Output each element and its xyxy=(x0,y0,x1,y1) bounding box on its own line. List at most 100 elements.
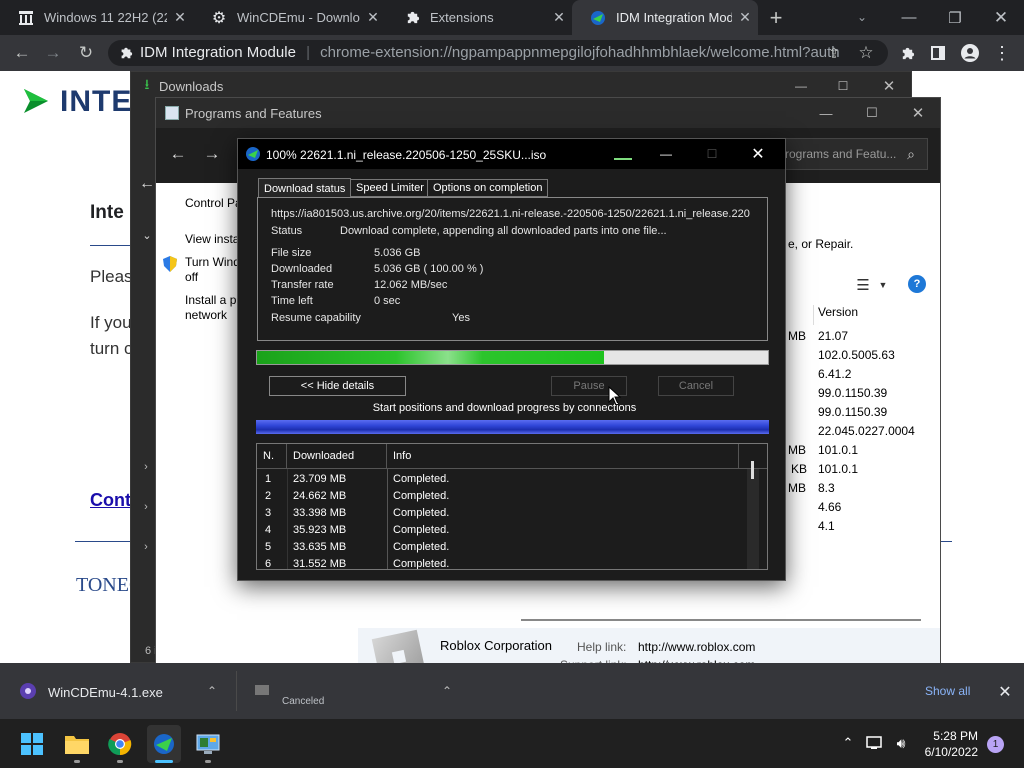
version-column-header[interactable]: Version xyxy=(818,305,858,319)
tab-windows-11[interactable]: Windows 11 22H2 (226 ✕ xyxy=(0,0,193,35)
turn-windows-features-link-2[interactable]: off xyxy=(185,270,198,284)
extensions-icon[interactable] xyxy=(895,42,919,64)
page-heading: Inte xyxy=(90,202,124,223)
column-header-n[interactable]: N. xyxy=(257,444,287,469)
share-icon[interactable]: ⇪ xyxy=(822,42,846,64)
version-cell[interactable]: 4.1 xyxy=(818,519,835,533)
restore-button[interactable]: ❐ xyxy=(932,0,978,35)
download-item[interactable]: WinCDEmu-4.1.exe ⌃ xyxy=(0,663,236,719)
idm-close-button[interactable]: ✕ xyxy=(740,141,776,167)
close-icon[interactable]: ✕ xyxy=(732,9,758,26)
version-cell[interactable]: 101.0.1 xyxy=(818,443,858,457)
volume-icon[interactable]: 🔊︎ xyxy=(890,732,912,754)
hide-details-button[interactable]: << Hide details xyxy=(269,376,406,396)
close-icon[interactable]: ✕ xyxy=(167,9,193,26)
version-cell[interactable]: 101.0.1 xyxy=(818,462,858,476)
table-row[interactable]: 5 33.635 MB Completed. xyxy=(257,538,739,555)
install-program-link-2[interactable]: network xyxy=(185,308,227,322)
column-header-info[interactable]: Info xyxy=(387,444,739,469)
table-row[interactable]: 3 33.398 MB Completed. xyxy=(257,504,739,521)
dl-chevron-icon[interactable]: › xyxy=(139,460,153,474)
pf-close-button[interactable]: ✕ xyxy=(898,100,938,126)
tab-wincdemu[interactable]: ⚙ WinCDEmu - Downloa ✕ xyxy=(193,0,386,35)
download-item-2[interactable]: Canceled ⌃ xyxy=(237,663,467,719)
chevron-up-icon[interactable]: ⌃ xyxy=(838,732,858,754)
dl-close-button[interactable]: ✕ xyxy=(869,74,909,98)
reload-icon[interactable]: ↻ xyxy=(71,35,101,71)
control-panel-home-link[interactable]: Control Pa xyxy=(185,196,242,210)
start-button[interactable] xyxy=(15,725,49,763)
cell-n: 6 xyxy=(265,557,272,570)
version-cell[interactable]: 99.0.1150.39 xyxy=(818,405,887,419)
dl-chevron-icon[interactable]: › xyxy=(139,540,153,554)
forward-icon[interactable]: → xyxy=(38,35,68,71)
control-panel-taskbar-button[interactable] xyxy=(191,725,225,763)
view-dropdown-icon[interactable]: ▼ xyxy=(876,275,890,295)
profile-avatar-icon[interactable] xyxy=(958,42,982,64)
dl-expand-icon[interactable]: ⌄ xyxy=(139,227,155,243)
help-link-value[interactable]: http://www.roblox.com xyxy=(638,640,755,654)
turn-windows-features-link[interactable]: Turn Wind xyxy=(185,255,240,269)
help-icon[interactable]: ? xyxy=(908,275,926,293)
pf-forward-icon[interactable]: → xyxy=(200,142,224,166)
version-cell[interactable]: 8.3 xyxy=(818,481,835,495)
table-row[interactable]: 2 24.662 MB Completed. xyxy=(257,487,739,504)
pf-maximize-button[interactable]: ☐ xyxy=(852,100,892,126)
close-icon[interactable]: ✕ xyxy=(546,9,572,26)
install-program-link[interactable]: Install a pr xyxy=(185,293,240,307)
minimize-button[interactable]: — xyxy=(886,0,932,35)
version-cell[interactable]: 21.07 xyxy=(818,329,848,343)
show-all-link[interactable]: Show all xyxy=(925,684,970,698)
dl-chevron-icon[interactable]: › xyxy=(139,500,153,514)
bookmark-star-icon[interactable]: ☆ xyxy=(854,42,878,64)
idm-taskbar-button[interactable] xyxy=(147,725,181,763)
chevron-up-icon[interactable]: ⌃ xyxy=(204,683,220,699)
pf-repair-text: e, or Repair. xyxy=(788,237,854,251)
chevron-up-icon[interactable]: ⌃ xyxy=(439,683,455,699)
clock-time[interactable]: 5:28 PM xyxy=(922,729,978,743)
chrome-button[interactable] xyxy=(103,725,137,763)
grid-scrollbar-thumb[interactable] xyxy=(751,461,754,479)
tab-speed-limiter[interactable]: Speed Limiter xyxy=(350,179,430,197)
side-panel-icon[interactable] xyxy=(926,42,950,64)
omnibox-text[interactable]: IDM Integration Module | chrome-extensio… xyxy=(140,44,840,61)
table-row[interactable]: 1 23.709 MB Completed. xyxy=(257,470,739,487)
menu-icon[interactable]: ⋮ xyxy=(990,42,1014,64)
version-cell[interactable]: 99.0.1150.39 xyxy=(818,386,887,400)
close-shelf-icon[interactable]: ✕ xyxy=(994,681,1016,703)
horizontal-scrollbar[interactable] xyxy=(521,619,921,621)
view-installed-updates-link[interactable]: View insta xyxy=(185,232,239,246)
tab-search-icon[interactable]: ⌄ xyxy=(848,4,876,30)
version-cell[interactable]: 22.045.0227.0004 xyxy=(818,424,915,438)
tab-options-on-completion[interactable]: Options on completion xyxy=(427,179,549,197)
clock-date[interactable]: 6/10/2022 xyxy=(914,745,978,759)
dl-back-icon[interactable]: ← xyxy=(137,172,157,196)
dl-minimize-button[interactable]: — xyxy=(781,74,821,98)
back-icon[interactable]: ← xyxy=(7,35,37,71)
site-label: IDM Integration Module xyxy=(140,44,296,61)
close-icon[interactable]: ✕ xyxy=(360,9,386,26)
contact-link[interactable]: Cont xyxy=(90,490,131,511)
tab-extensions[interactable]: Extensions ✕ xyxy=(386,0,572,35)
idm-maximize-button[interactable]: ☐ xyxy=(694,141,730,167)
version-cell[interactable]: 4.66 xyxy=(818,500,841,514)
network-icon[interactable] xyxy=(864,732,886,754)
pf-back-icon[interactable]: ← xyxy=(166,142,190,166)
grid-scrollbar[interactable] xyxy=(747,461,759,569)
table-row[interactable]: 4 35.923 MB Completed. xyxy=(257,521,739,538)
idm-minimize-button[interactable]: — xyxy=(648,141,684,167)
pf-minimize-button[interactable]: — xyxy=(806,100,846,126)
dl-maximize-button[interactable]: ☐ xyxy=(823,74,863,98)
tab-idm-integration[interactable]: IDM Integration Modu ✕ xyxy=(572,0,758,35)
column-header-downloaded[interactable]: Downloaded xyxy=(287,444,387,469)
file-explorer-button[interactable] xyxy=(60,725,94,763)
view-options-icon[interactable]: ☰ xyxy=(852,275,874,295)
cancel-button[interactable]: Cancel xyxy=(658,376,734,396)
new-tab-button[interactable]: + xyxy=(762,4,790,32)
notification-badge[interactable]: 1 xyxy=(987,736,1004,753)
window-close-button[interactable]: ✕ xyxy=(978,0,1024,35)
table-row[interactable]: 6 31.552 MB Completed. xyxy=(257,555,739,570)
version-cell[interactable]: 102.0.5005.63 xyxy=(818,348,895,362)
tab-download-status[interactable]: Download status xyxy=(258,178,352,198)
version-cell[interactable]: 6.41.2 xyxy=(818,367,851,381)
